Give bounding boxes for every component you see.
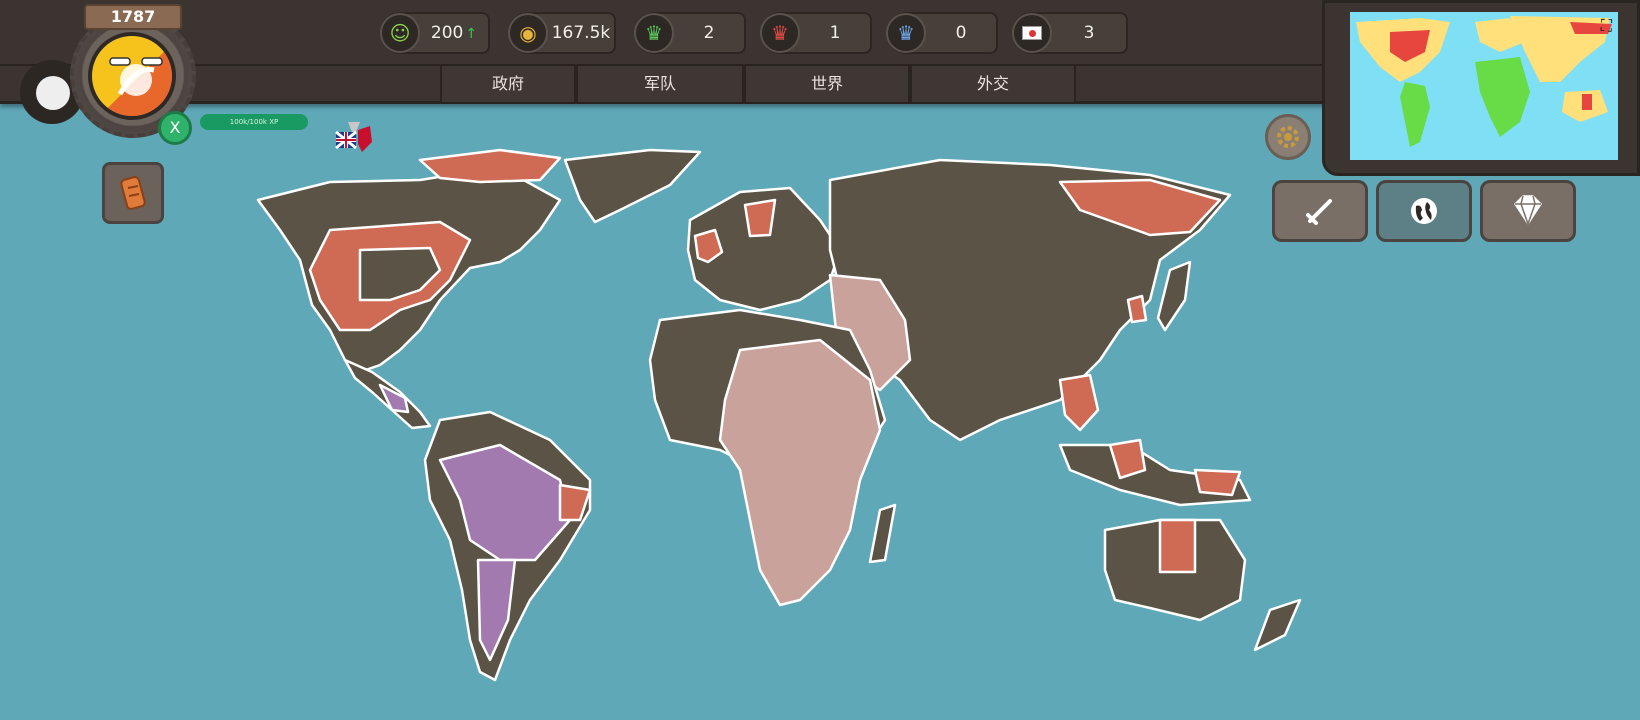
- new-guinea-red: [1193, 468, 1242, 497]
- gems-button[interactable]: [1480, 180, 1576, 242]
- sword-icon: [1306, 199, 1332, 225]
- minimap[interactable]: ⛶: [1350, 12, 1618, 160]
- red-crown-icon: ♛: [760, 13, 800, 53]
- scandinavia-red: [743, 198, 777, 238]
- resource-flag[interactable]: 3: [1012, 12, 1128, 54]
- resource-gold[interactable]: ◉ 167.5k: [508, 12, 616, 54]
- fullscreen-icon[interactable]: ⛶: [1601, 16, 1612, 36]
- level-badge-button[interactable]: X: [158, 111, 192, 145]
- resource-happiness[interactable]: ☺ 200 ↑: [380, 12, 490, 54]
- coins-icon: ◉: [508, 13, 548, 53]
- globe-icon: [1411, 198, 1437, 224]
- flag-value: 3: [1083, 23, 1095, 43]
- diamond-icon: [1514, 195, 1542, 227]
- australia-red: [1158, 518, 1197, 574]
- tab-world[interactable]: 世界: [744, 66, 910, 102]
- tab-military[interactable]: 军队: [576, 66, 744, 102]
- green-crown-icon: ♛: [634, 13, 674, 53]
- tab-diplomacy[interactable]: 外交: [910, 66, 1076, 102]
- world-button[interactable]: [1376, 180, 1472, 242]
- smiley-icon: ☺: [380, 13, 420, 53]
- resource-red-crown[interactable]: ♛ 1: [760, 12, 872, 54]
- resource-green-crown[interactable]: ♛ 2: [634, 12, 746, 54]
- scroll-icon: [120, 176, 146, 210]
- resource-blue-crown[interactable]: ♛ 0: [886, 12, 998, 54]
- tab-government[interactable]: 政府: [440, 66, 576, 102]
- country-flag-icon[interactable]: [88, 32, 176, 120]
- war-button[interactable]: [1272, 180, 1368, 242]
- settings-button[interactable]: [1265, 114, 1311, 160]
- red-crown-value: 1: [829, 23, 841, 43]
- uk-flag-pin-icon[interactable]: [332, 118, 376, 162]
- year-banner: 1787: [84, 4, 182, 30]
- blue-crown-value: 0: [955, 23, 967, 43]
- xp-bar: 100k/100k XP: [200, 114, 308, 130]
- japan-flag-icon: [1012, 13, 1052, 53]
- korea-red: [1126, 294, 1148, 324]
- blue-crown-icon: ♛: [886, 13, 926, 53]
- gold-value: 167.5k: [551, 23, 611, 43]
- toggle-knob[interactable]: [36, 76, 70, 110]
- happiness-value: 200: [430, 23, 464, 43]
- gear-icon: [1277, 126, 1299, 148]
- trend-up-icon: ↑: [465, 26, 478, 42]
- scroll-button[interactable]: [102, 162, 164, 224]
- green-crown-value: 2: [703, 23, 715, 43]
